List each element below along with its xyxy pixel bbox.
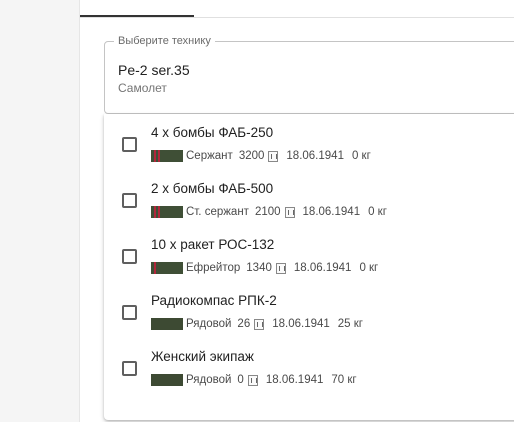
option-date: 18.06.1941 xyxy=(286,150,344,162)
option-number: 3200 xyxy=(238,150,265,162)
option-meta: Сержант 3200 18.06.1941 0 кг xyxy=(151,149,371,163)
option-date: 18.06.1941 xyxy=(302,206,361,218)
seal-icon xyxy=(268,150,279,162)
seal-icon xyxy=(247,374,258,386)
rank-insignia-icon xyxy=(151,206,183,218)
option-weight: 70 кг xyxy=(331,374,357,386)
vehicle-select-label: Выберите технику xyxy=(114,35,215,48)
option-title: 2 х бомбы ФАБ-500 xyxy=(151,181,274,196)
vehicle-panel: Выберите технику Pe-2 ser.35 Самолет 4 х… xyxy=(79,0,514,422)
checkbox-icon[interactable] xyxy=(122,193,137,208)
option-title: Женский экипаж xyxy=(151,349,254,364)
option-number: 26 xyxy=(237,318,251,330)
vehicle-select-subtitle: Самолет xyxy=(118,81,167,95)
rank-insignia-icon xyxy=(151,150,183,162)
option-number: 0 xyxy=(237,374,244,386)
option-title: 10 х ракет РОС-132 xyxy=(151,237,275,252)
option-weight: 0 кг xyxy=(368,206,387,218)
option-meta: Ст. сержант 2100 18.06.1941 0 кг xyxy=(151,205,387,219)
option-date: 18.06.1941 xyxy=(293,262,352,274)
option-title: Радиокомпас РПК-2 xyxy=(151,293,277,308)
rank-insignia-icon xyxy=(151,374,183,386)
option-weight: 0 кг xyxy=(359,262,379,274)
option-item[interactable]: Радиокомпас РПК-2 Рядовой 26 18.06.1941 … xyxy=(104,282,514,338)
option-title: 4 х бомбы ФАБ-250 xyxy=(151,125,274,140)
options-dropdown: 4 х бомбы ФАБ-250 Сержант 3200 18.06.194… xyxy=(104,114,514,420)
rank-insignia-icon xyxy=(151,318,183,330)
option-meta: Рядовой 0 18.06.1941 70 кг xyxy=(151,373,357,387)
option-date: 18.06.1941 xyxy=(272,318,330,330)
tab-strip xyxy=(80,0,514,18)
option-item[interactable]: Женский экипаж Рядовой 0 18.06.1941 70 к… xyxy=(104,338,514,394)
checkbox-icon[interactable] xyxy=(122,137,137,152)
seal-icon xyxy=(275,262,286,274)
option-meta: Рядовой 26 18.06.1941 25 кг xyxy=(151,317,363,331)
option-rank: Ефрейтор xyxy=(186,262,241,274)
option-weight: 25 кг xyxy=(337,318,363,330)
option-number: 2100 xyxy=(254,206,281,218)
option-meta: Ефрейтор 1340 18.06.1941 0 кг xyxy=(151,261,378,275)
option-number: 1340 xyxy=(246,262,272,274)
vehicle-select-value: Pe-2 ser.35 xyxy=(118,62,190,78)
seal-icon xyxy=(254,318,265,330)
checkbox-icon[interactable] xyxy=(122,249,137,264)
option-date: 18.06.1941 xyxy=(265,374,324,386)
option-item[interactable]: 10 х ракет РОС-132 Ефрейтор 1340 18.06.1… xyxy=(104,226,514,282)
seal-icon xyxy=(284,206,295,218)
option-item[interactable]: 2 х бомбы ФАБ-500 Ст. сержант 2100 18.06… xyxy=(104,170,514,226)
checkbox-icon[interactable] xyxy=(122,305,137,320)
active-tab-indicator xyxy=(80,15,194,17)
option-item[interactable]: 4 х бомбы ФАБ-250 Сержант 3200 18.06.194… xyxy=(104,114,514,170)
checkbox-icon[interactable] xyxy=(122,361,137,376)
option-rank: Рядовой xyxy=(186,318,232,330)
option-rank: Рядовой xyxy=(186,374,232,386)
option-weight: 0 кг xyxy=(351,150,371,162)
vehicle-select[interactable]: Выберите технику Pe-2 ser.35 Самолет xyxy=(104,35,514,114)
option-rank: Сержант xyxy=(186,150,233,162)
option-rank: Ст. сержант xyxy=(186,206,249,218)
rank-insignia-icon xyxy=(151,262,183,274)
